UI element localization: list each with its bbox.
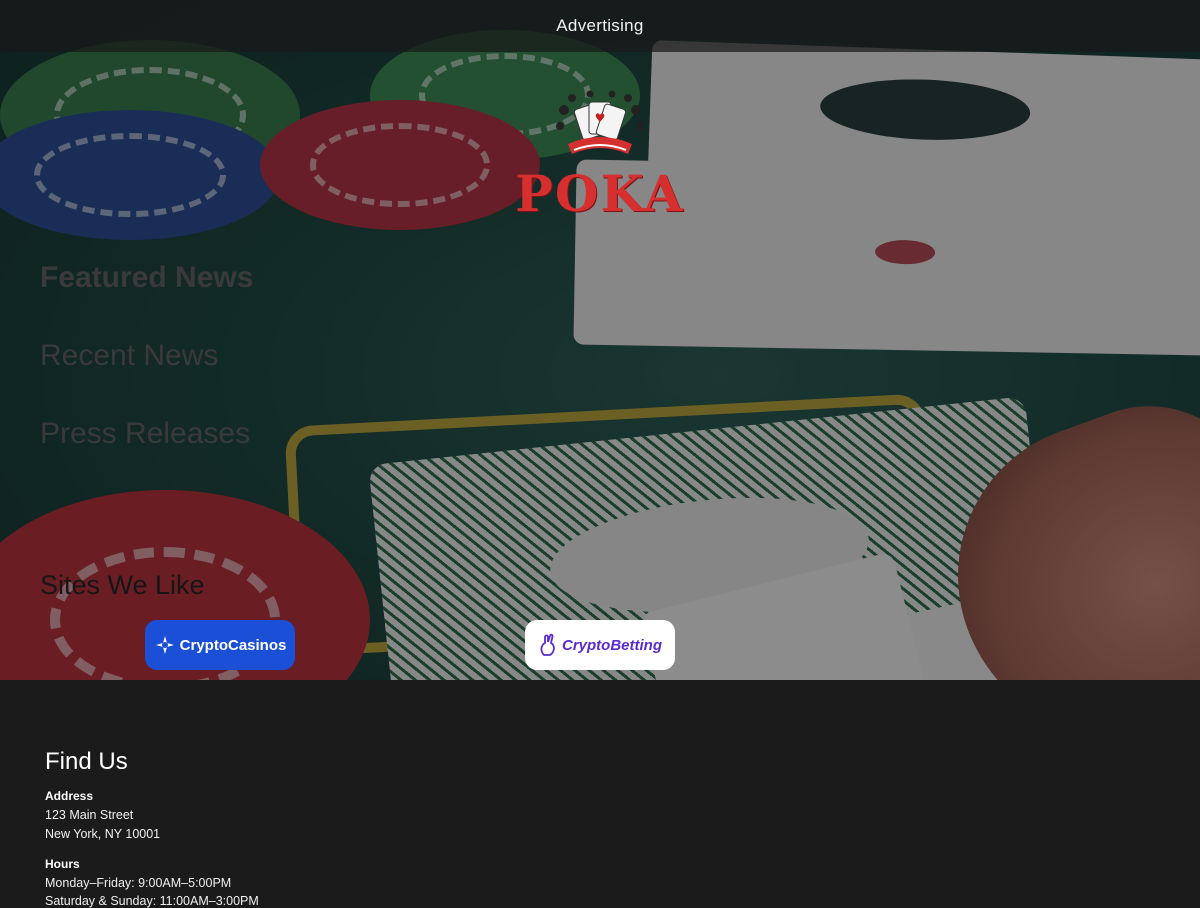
advertising-bar: Advertising xyxy=(0,0,1200,52)
nav-press-releases[interactable]: Press Releases xyxy=(40,414,253,492)
hours-line-1: Monday–Friday: 9:00AM–5:00PM xyxy=(45,876,232,890)
hero-section: Advertising ♥ POKA Featured News Recent … xyxy=(0,0,1200,680)
address-line-1: 123 Main Street xyxy=(45,808,134,822)
news-nav: Featured News Recent News Press Releases xyxy=(40,258,253,492)
hours-label: Hours xyxy=(45,857,80,871)
nav-recent-news[interactable]: Recent News xyxy=(40,336,253,414)
crypto-casinos-link[interactable]: CryptoCasinos xyxy=(145,620,295,670)
crypto-betting-link[interactable]: CryptoBetting xyxy=(525,620,675,670)
crypto-casinos-label: CryptoCasinos xyxy=(179,636,287,654)
hours-line-2: Saturday & Sunday: 11:00AM–3:00PM xyxy=(45,894,259,908)
advertising-link[interactable]: Advertising xyxy=(556,16,643,36)
footer: Find Us Address 123 Main Street New York… xyxy=(0,680,1200,908)
crypto-casinos-icon xyxy=(155,636,174,654)
svg-text:♥: ♥ xyxy=(595,111,606,125)
crypto-betting-icon xyxy=(540,633,555,656)
address-line-2: New York, NY 10001 xyxy=(45,827,161,841)
playing-cards-emblem-icon: ♥ xyxy=(556,90,644,154)
crypto-betting-label: CryptoBetting xyxy=(562,636,662,654)
nav-featured-news[interactable]: Featured News xyxy=(40,258,253,336)
find-us-heading: Find Us xyxy=(45,748,128,775)
logo-text: POKA xyxy=(515,164,685,223)
site-logo[interactable]: ♥ POKA xyxy=(505,88,695,233)
address-label: Address xyxy=(45,789,94,803)
sites-we-like-heading: Sites We Like xyxy=(40,570,205,600)
